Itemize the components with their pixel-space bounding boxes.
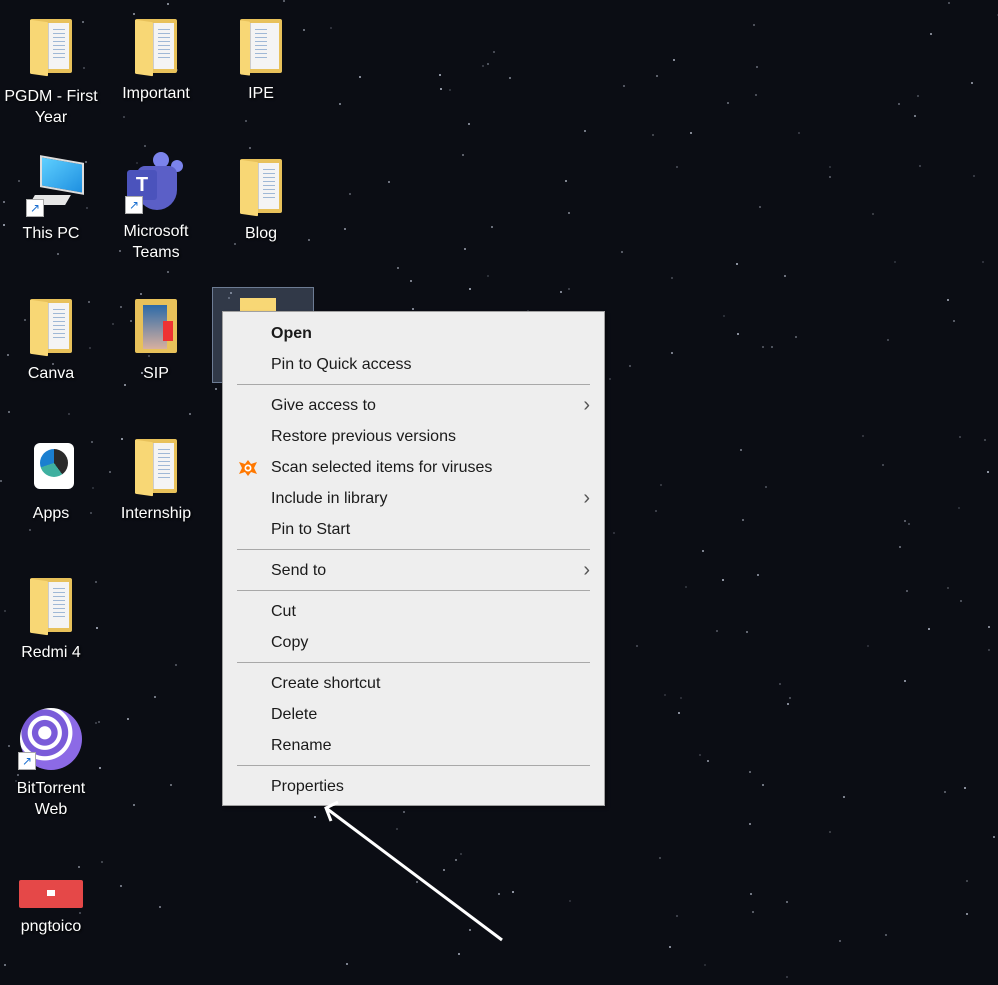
annotation-arrow-icon: [324, 800, 503, 942]
